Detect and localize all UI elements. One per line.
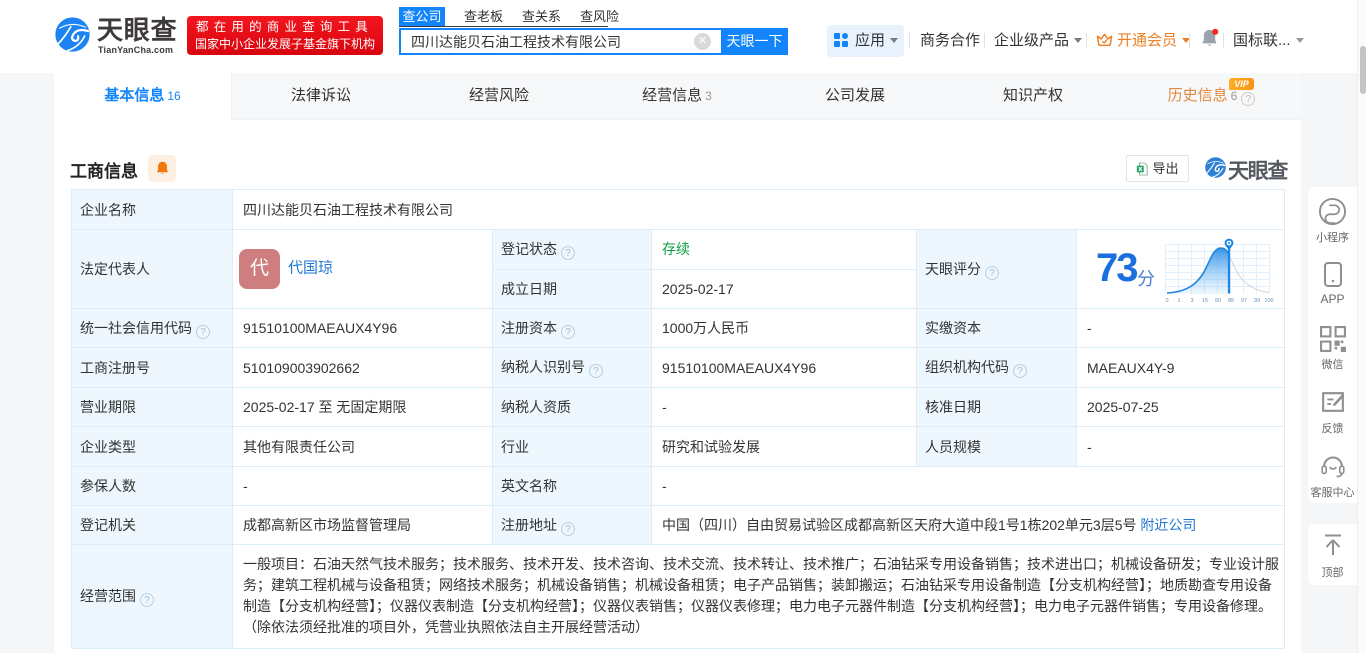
svg-text:15: 15 (1202, 298, 1208, 304)
svg-text:1: 1 (1177, 298, 1180, 304)
svg-text:3: 3 (1190, 298, 1193, 304)
svg-text:85: 85 (1228, 298, 1234, 304)
svg-text:100: 100 (1264, 298, 1273, 304)
svg-text:99: 99 (1254, 298, 1260, 304)
svg-text:0: 0 (1165, 298, 1168, 304)
svg-text:97: 97 (1241, 298, 1247, 304)
svg-text:50: 50 (1215, 298, 1221, 304)
